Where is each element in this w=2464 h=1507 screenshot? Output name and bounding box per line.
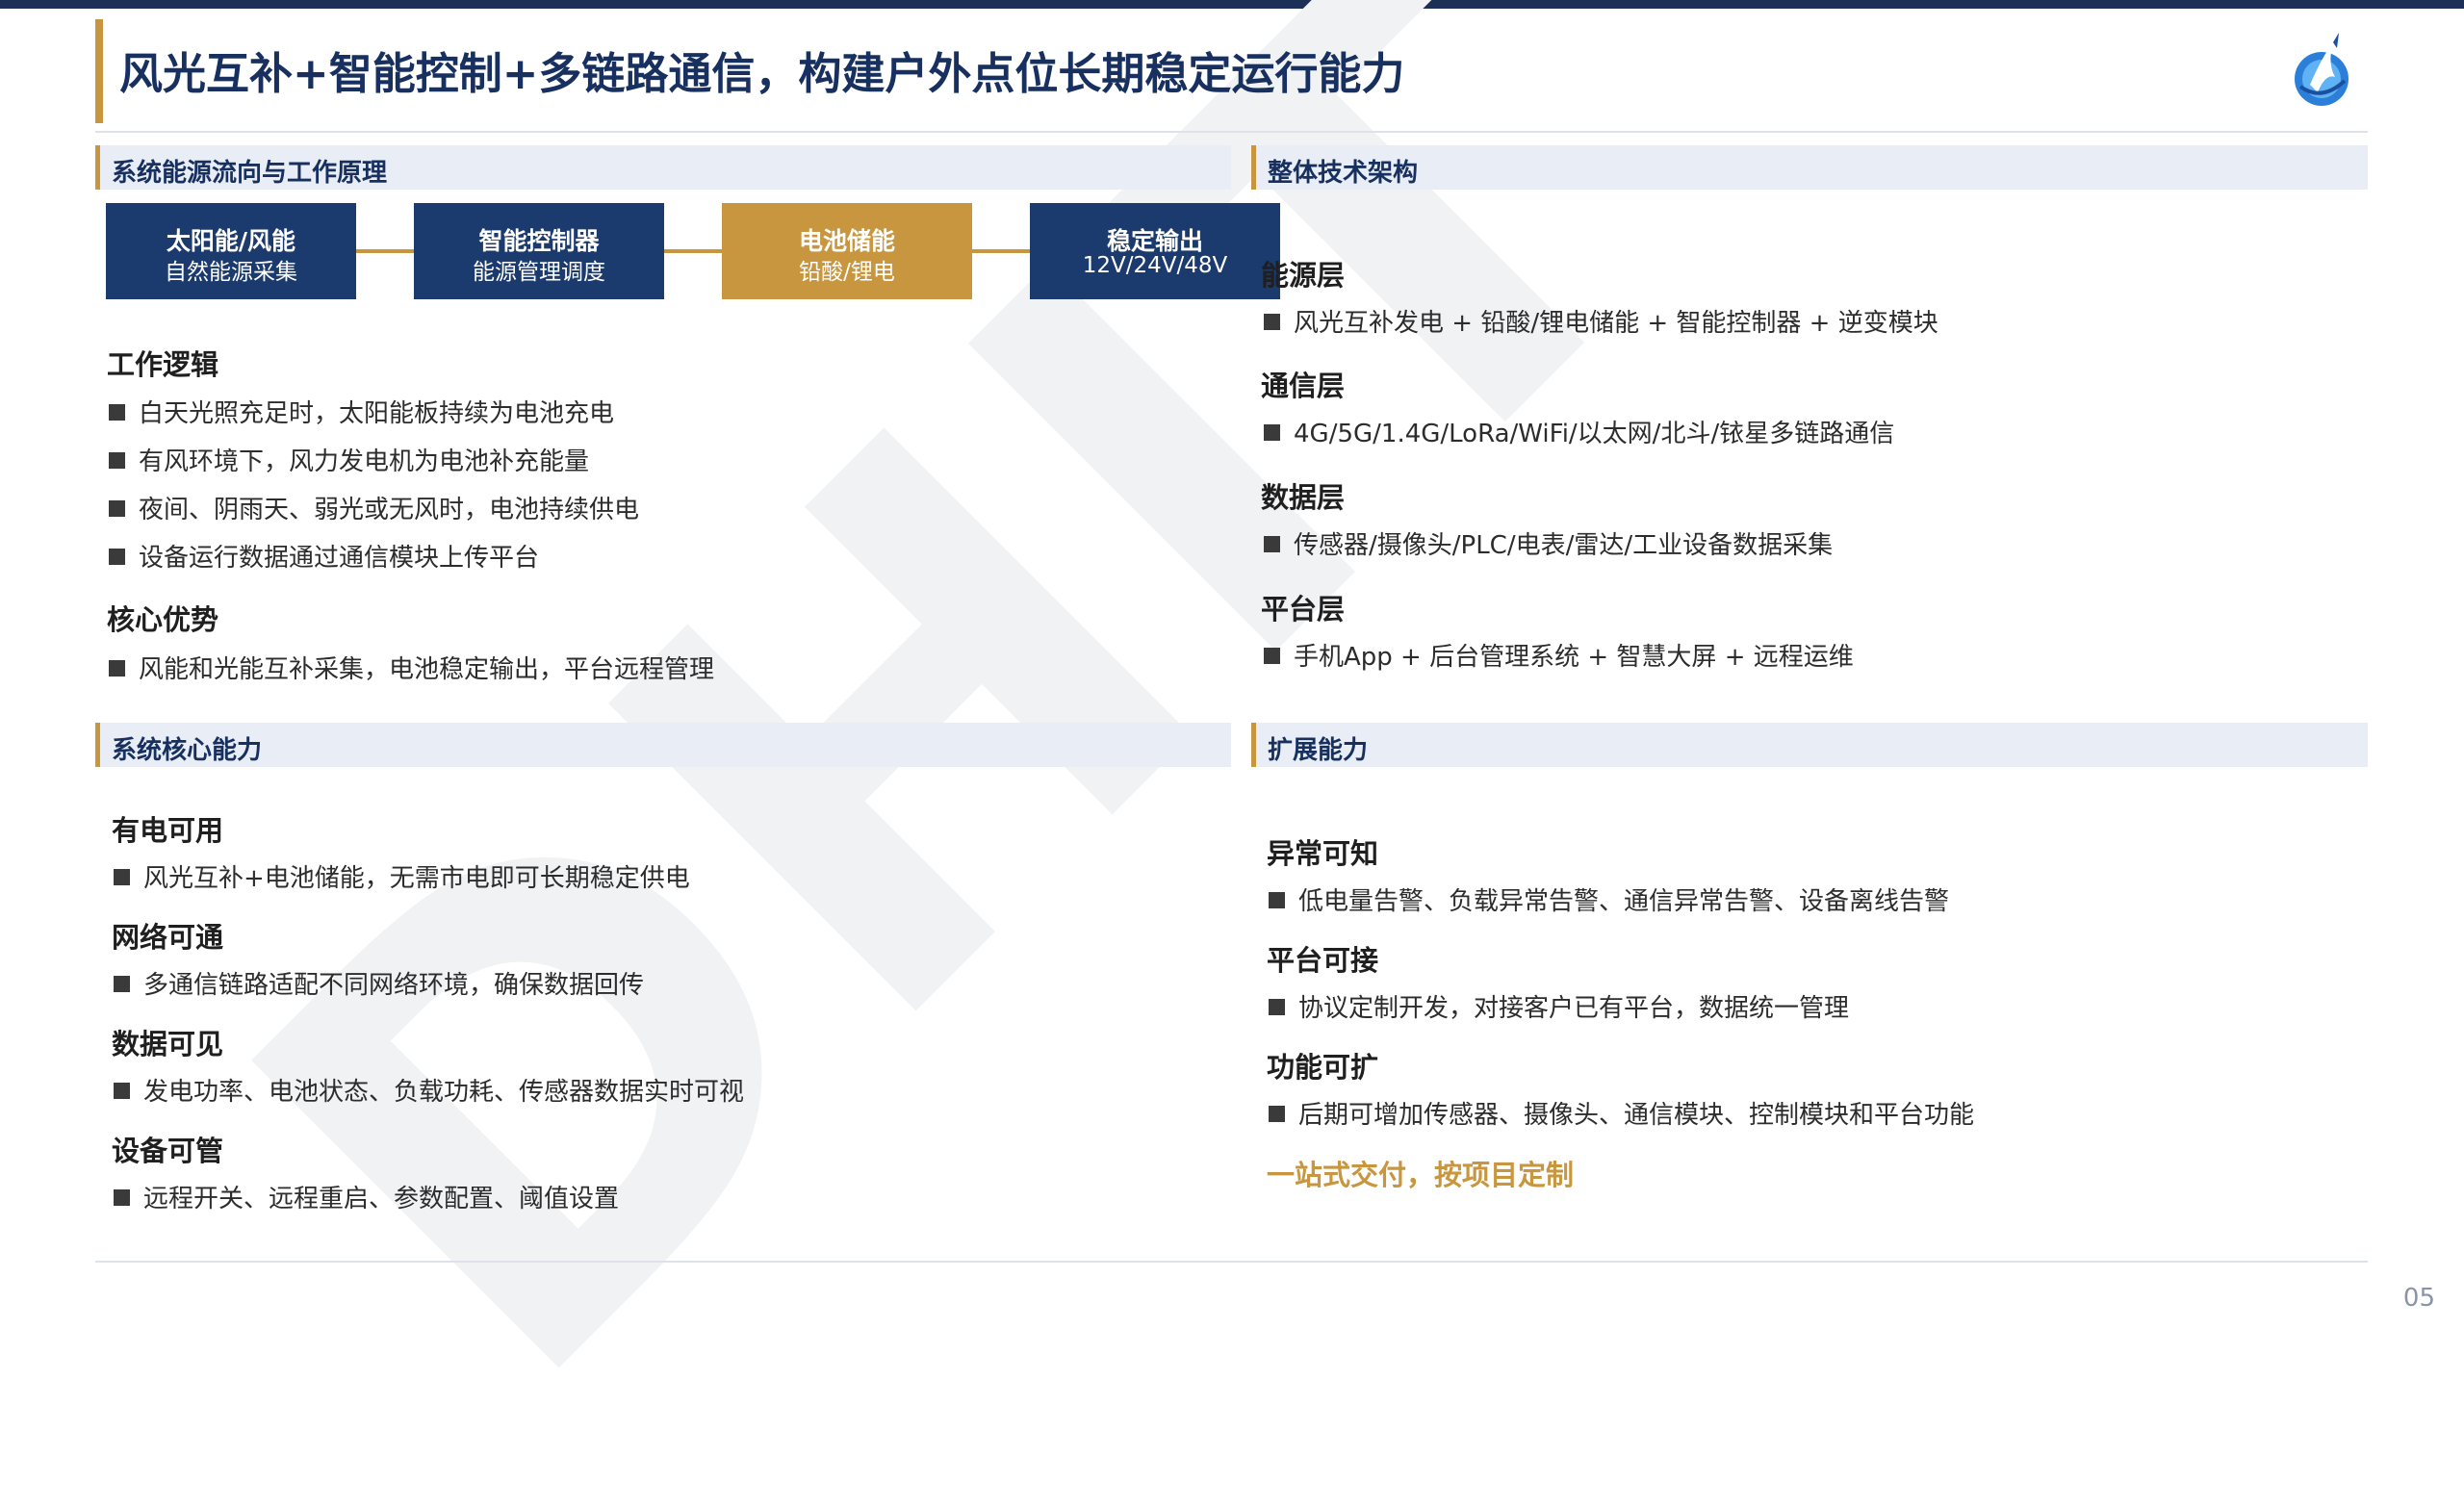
capability-name: 数据可见 bbox=[112, 1028, 224, 1060]
layer-detail: 手机App + 后台管理系统 + 智慧大屏 + 远程运维 bbox=[1264, 637, 1854, 673]
layer-detail: 风光互补发电 + 铅酸/锂电储能 + 智能控制器 + 逆变模块 bbox=[1264, 303, 1938, 339]
flow-step-battery: 电池储能 铅酸/锂电 bbox=[722, 203, 972, 299]
flow-step-title: 智能控制器 bbox=[478, 227, 600, 255]
company-logo-icon bbox=[2289, 29, 2354, 110]
layer-name: 数据层 bbox=[1261, 481, 1346, 514]
flow-step-subtitle: 能源管理调度 bbox=[473, 260, 605, 285]
bullet-square-icon bbox=[1264, 536, 1280, 552]
capability-name: 有电可用 bbox=[112, 814, 224, 847]
bullet-square-icon bbox=[109, 404, 125, 421]
footer-divider bbox=[95, 1261, 2368, 1263]
flow-connector bbox=[664, 249, 722, 253]
layer-name: 能源层 bbox=[1261, 259, 1346, 292]
flow-step-title: 电池储能 bbox=[798, 227, 895, 255]
logic-heading: 工作逻辑 bbox=[107, 348, 219, 381]
title-divider bbox=[95, 131, 2368, 133]
section-title: 整体技术架构 bbox=[1268, 159, 1419, 188]
bullet-square-icon bbox=[1264, 424, 1280, 441]
section-header-energy-flow: 系统能源流向与工作原理 bbox=[95, 145, 1231, 190]
layer-name: 平台层 bbox=[1261, 593, 1346, 626]
bullet-square-icon bbox=[114, 869, 130, 885]
extension-name: 平台可接 bbox=[1267, 944, 1379, 977]
list-item: 白天光照充足时，太阳能板持续为电池充电 bbox=[109, 394, 614, 429]
section-header-core-capabilities: 系统核心能力 bbox=[95, 723, 1231, 767]
section-header-architecture: 整体技术架构 bbox=[1251, 145, 2368, 190]
bullet-square-icon bbox=[1269, 999, 1285, 1015]
page-title: 风光互补+智能控制+多链路通信，构建户外点位长期稳定运行能力 bbox=[119, 48, 1405, 99]
section-title: 系统能源流向与工作原理 bbox=[112, 159, 388, 188]
capability-detail: 风光互补+电池储能，无需市电即可长期稳定供电 bbox=[114, 858, 690, 894]
extension-detail: 协议定制开发，对接客户已有平台，数据统一管理 bbox=[1269, 988, 1849, 1024]
extension-detail: 低电量告警、负载异常告警、通信异常告警、设备离线告警 bbox=[1269, 881, 1949, 917]
layer-name: 通信层 bbox=[1261, 370, 1346, 402]
bullet-square-icon bbox=[1269, 892, 1285, 908]
bullet-square-icon bbox=[1264, 314, 1280, 330]
flow-step-subtitle: 铅酸/锂电 bbox=[799, 260, 895, 285]
title-accent-bar bbox=[95, 19, 103, 123]
extension-detail: 后期可增加传感器、摄像头、通信模块、控制模块和平台功能 bbox=[1269, 1095, 1974, 1131]
flow-step-subtitle: 自然能源采集 bbox=[165, 260, 297, 285]
capability-detail: 多通信链路适配不同网络环境，确保数据回传 bbox=[114, 965, 644, 1001]
layer-detail: 传感器/摄像头/PLC/电表/雷达/工业设备数据采集 bbox=[1264, 525, 1833, 561]
section-title: 系统核心能力 bbox=[112, 736, 263, 765]
list-item: 风能和光能互补采集，电池稳定输出，平台远程管理 bbox=[109, 650, 714, 685]
section-title: 扩展能力 bbox=[1268, 736, 1369, 765]
flow-step-title: 太阳能/风能 bbox=[166, 227, 296, 255]
layer-detail: 4G/5G/1.4G/LoRa/WiFi/以太网/北斗/铱星多链路通信 bbox=[1264, 414, 1894, 449]
capability-detail: 远程开关、远程重启、参数配置、阈值设置 bbox=[114, 1179, 619, 1214]
flow-connector bbox=[356, 249, 414, 253]
flow-step-output: 稳定输出 12V/24V/48V bbox=[1030, 203, 1280, 299]
bullet-square-icon bbox=[109, 452, 125, 469]
bullet-square-icon bbox=[1269, 1106, 1285, 1122]
section-header-extensions: 扩展能力 bbox=[1251, 723, 2368, 767]
flow-step-title: 稳定输出 bbox=[1106, 227, 1203, 255]
capability-detail: 发电功率、电池状态、负载功耗、传感器数据实时可视 bbox=[114, 1072, 744, 1108]
bullet-square-icon bbox=[109, 549, 125, 565]
bullet-square-icon bbox=[114, 976, 130, 992]
advantage-heading: 核心优势 bbox=[107, 603, 219, 636]
flow-step-source: 太阳能/风能 自然能源采集 bbox=[106, 203, 356, 299]
bullet-square-icon bbox=[114, 1189, 130, 1206]
list-item: 有风环境下，风力发电机为电池补充能量 bbox=[109, 442, 589, 477]
list-item: 设备运行数据通过通信模块上传平台 bbox=[109, 538, 539, 574]
capability-name: 网络可通 bbox=[112, 921, 224, 954]
flow-connector bbox=[972, 249, 1030, 253]
bullet-square-icon bbox=[109, 660, 125, 677]
top-bar bbox=[0, 0, 2464, 9]
bullet-square-icon bbox=[1264, 648, 1280, 664]
bullet-square-icon bbox=[109, 500, 125, 517]
closing-statement: 一站式交付，按项目定制 bbox=[1267, 1159, 1575, 1191]
flow-step-subtitle: 12V/24V/48V bbox=[1082, 253, 1228, 278]
bullet-square-icon bbox=[114, 1083, 130, 1099]
extension-name: 功能可扩 bbox=[1267, 1051, 1379, 1084]
flow-step-controller: 智能控制器 能源管理调度 bbox=[414, 203, 664, 299]
page-number: 05 bbox=[2402, 1284, 2435, 1313]
list-item: 夜间、阴雨天、弱光或无风时，电池持续供电 bbox=[109, 490, 639, 525]
extension-name: 异常可知 bbox=[1267, 837, 1379, 870]
capability-name: 设备可管 bbox=[112, 1135, 224, 1167]
